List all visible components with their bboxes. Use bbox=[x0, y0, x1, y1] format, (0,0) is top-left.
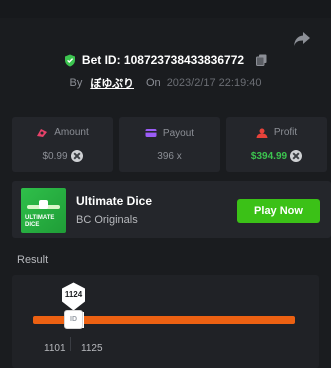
username-link[interactable]: ぼゆぷり bbox=[90, 75, 134, 91]
game-thumbnail[interactable]: ULTIMATE DICE bbox=[21, 188, 66, 233]
game-name[interactable]: Ultimate Dice bbox=[76, 194, 152, 208]
range-divider bbox=[70, 337, 71, 351]
bet-id-row: Bet ID: 108723738433836772 bbox=[0, 53, 331, 67]
bet-stats: Amount $0.99 Payout 396 x Profit $394.99 bbox=[12, 117, 331, 172]
result-label: Result bbox=[17, 254, 49, 266]
verified-shield-icon bbox=[64, 54, 75, 66]
game-card: ULTIMATE DICE Ultimate Dice BC Originals… bbox=[12, 181, 331, 238]
bet-author-row: By ぼゆぷり On 2023/2/17 22:19:40 bbox=[0, 75, 331, 91]
wallet-icon bbox=[145, 129, 157, 137]
copy-icon[interactable] bbox=[256, 54, 267, 66]
roll-value: 1124 bbox=[64, 290, 83, 299]
thumb-title-line2: DICE bbox=[25, 222, 40, 228]
stat-amount: Amount $0.99 bbox=[12, 117, 113, 172]
stat-amount-value: $0.99 bbox=[42, 150, 68, 162]
money-icon bbox=[37, 128, 48, 137]
top-bar bbox=[0, 0, 331, 18]
range-low: 1101 bbox=[44, 343, 66, 354]
on-label: On bbox=[146, 77, 161, 89]
stat-profit: Profit $394.99 bbox=[226, 117, 327, 172]
stat-profit-value: $394.99 bbox=[250, 150, 288, 162]
bet-datetime: 2023/2/17 22:19:40 bbox=[166, 77, 262, 89]
coin-icon bbox=[290, 150, 303, 162]
by-label: By bbox=[69, 77, 83, 89]
game-provider: BC Originals bbox=[76, 214, 138, 226]
thumb-slider-knob bbox=[39, 200, 48, 209]
bet-id: Bet ID: 108723738433836772 bbox=[81, 53, 245, 67]
stat-profit-label: Profit bbox=[273, 127, 298, 138]
stat-payout: Payout 396 x bbox=[119, 117, 220, 172]
range-high: 1125 bbox=[81, 343, 103, 354]
play-now-button[interactable]: Play Now bbox=[237, 199, 320, 223]
stat-payout-value: 396 x bbox=[157, 150, 182, 162]
coin-icon bbox=[70, 150, 83, 162]
stat-payout-label: Payout bbox=[162, 127, 195, 139]
stat-amount-label: Amount bbox=[54, 127, 89, 138]
share-icon[interactable] bbox=[293, 31, 311, 47]
thumb-title-line1: ULTIMATE bbox=[25, 215, 55, 221]
dice-cube-icon: ID bbox=[64, 310, 83, 329]
profit-icon bbox=[256, 128, 268, 138]
